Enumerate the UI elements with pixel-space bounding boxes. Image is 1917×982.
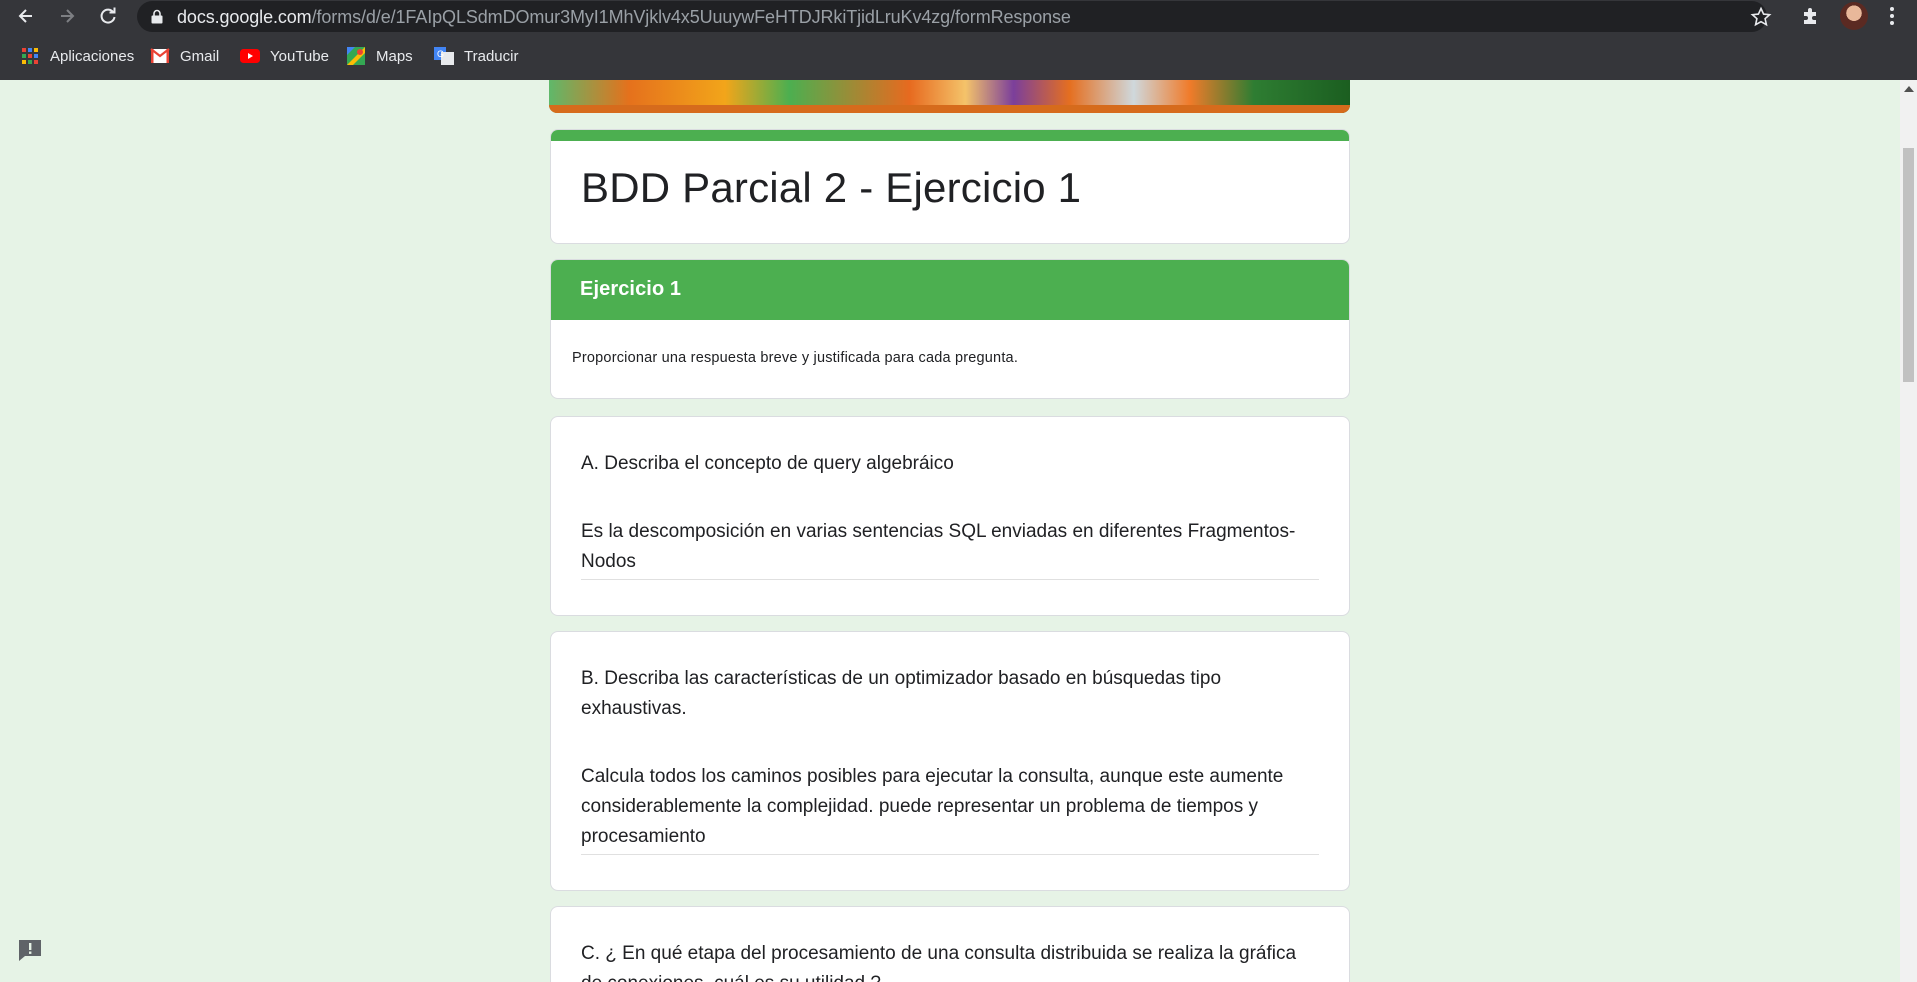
youtube-icon — [240, 49, 260, 63]
back-arrow-icon — [18, 9, 32, 23]
bookmark-youtube[interactable]: YouTube — [240, 45, 329, 67]
section-card: Ejercicio 1 Proporcionar una respuesta b… — [550, 259, 1350, 399]
bookmark-label: Traducir — [464, 47, 519, 65]
profile-avatar[interactable] — [1840, 2, 1868, 30]
gmail-icon — [150, 48, 170, 63]
bookmark-gmail[interactable]: Gmail — [150, 45, 219, 67]
url-text: docs.google.com/forms/d/e/1FAIpQLSdmDOmu… — [177, 7, 1071, 28]
question-card-a: A. Describa el concepto de query algebrá… — [550, 416, 1350, 616]
svg-text:G: G — [437, 49, 444, 59]
answer-textarea[interactable]: Calcula todos los caminos posibles para … — [581, 762, 1319, 855]
address-bar[interactable]: docs.google.com/forms/d/e/1FAIpQLSdmDOmu… — [137, 1, 1772, 32]
answer-textarea[interactable]: Es la descomposición en varias sentencia… — [581, 517, 1319, 580]
scroll-up-arrow-icon[interactable] — [1904, 86, 1914, 92]
browser-chrome: docs.google.com/forms/d/e/1FAIpQLSdmDOmu… — [0, 0, 1917, 80]
url-host: docs.google.com — [177, 7, 312, 27]
title-accent-bar — [551, 130, 1349, 141]
bookmark-label: YouTube — [270, 47, 329, 65]
form-title: BDD Parcial 2 - Ejercicio 1 — [581, 164, 1082, 211]
url-path: /forms/d/e/1FAIpQLSdmDOmur3MyI1MhVjklv4x… — [311, 7, 1071, 27]
browser-toolbar: docs.google.com/forms/d/e/1FAIpQLSdmDOmu… — [0, 0, 1917, 32]
question-text: B. Describa las características de un op… — [581, 668, 1222, 719]
bookmarks-bar: Aplicaciones Gmail YouTube Maps G Traduc… — [0, 40, 1917, 70]
question-text: A. Describa el concepto de query algebrá… — [581, 453, 954, 474]
scrollbar-thumb[interactable] — [1903, 148, 1914, 382]
section-title: Ejercicio 1 — [580, 278, 682, 300]
form-header-image — [549, 80, 1350, 113]
bookmark-maps[interactable]: Maps — [346, 45, 413, 67]
question-card-c: C. ¿ En qué etapa del procesamiento de u… — [550, 906, 1350, 982]
forward-button[interactable] — [54, 3, 80, 29]
page-scrollbar[interactable] — [1900, 80, 1917, 982]
section-description: Proporcionar una respuesta breve y justi… — [572, 350, 1019, 366]
bookmark-aplicaciones[interactable]: Aplicaciones — [20, 45, 134, 67]
bookmark-label: Maps — [376, 47, 413, 65]
browser-menu-icon[interactable] — [1882, 4, 1902, 28]
bookmark-traducir[interactable]: G Traducir — [434, 45, 518, 67]
forward-arrow-icon — [61, 9, 75, 23]
apps-grid-icon — [22, 48, 38, 64]
question-text: C. ¿ En qué etapa del procesamiento de u… — [581, 943, 1297, 982]
bookmark-star-icon[interactable] — [1750, 6, 1772, 28]
maps-icon — [347, 47, 365, 65]
question-card-b: B. Describa las características de un op… — [550, 631, 1350, 891]
bookmark-label: Aplicaciones — [50, 47, 135, 65]
back-button[interactable] — [13, 3, 39, 29]
bookmark-label: Gmail — [180, 47, 220, 65]
section-header: Ejercicio 1 — [551, 260, 1349, 320]
form-page: BDD Parcial 2 - Ejercicio 1 Ejercicio 1 … — [0, 80, 1917, 982]
reload-icon — [100, 7, 116, 24]
translate-icon: G — [434, 47, 454, 65]
form-title-card: BDD Parcial 2 - Ejercicio 1 — [550, 129, 1350, 244]
report-feedback-icon[interactable] — [16, 937, 44, 963]
reload-button[interactable] — [95, 3, 121, 29]
lock-icon — [151, 9, 163, 24]
extensions-puzzle-icon[interactable] — [1800, 5, 1822, 27]
